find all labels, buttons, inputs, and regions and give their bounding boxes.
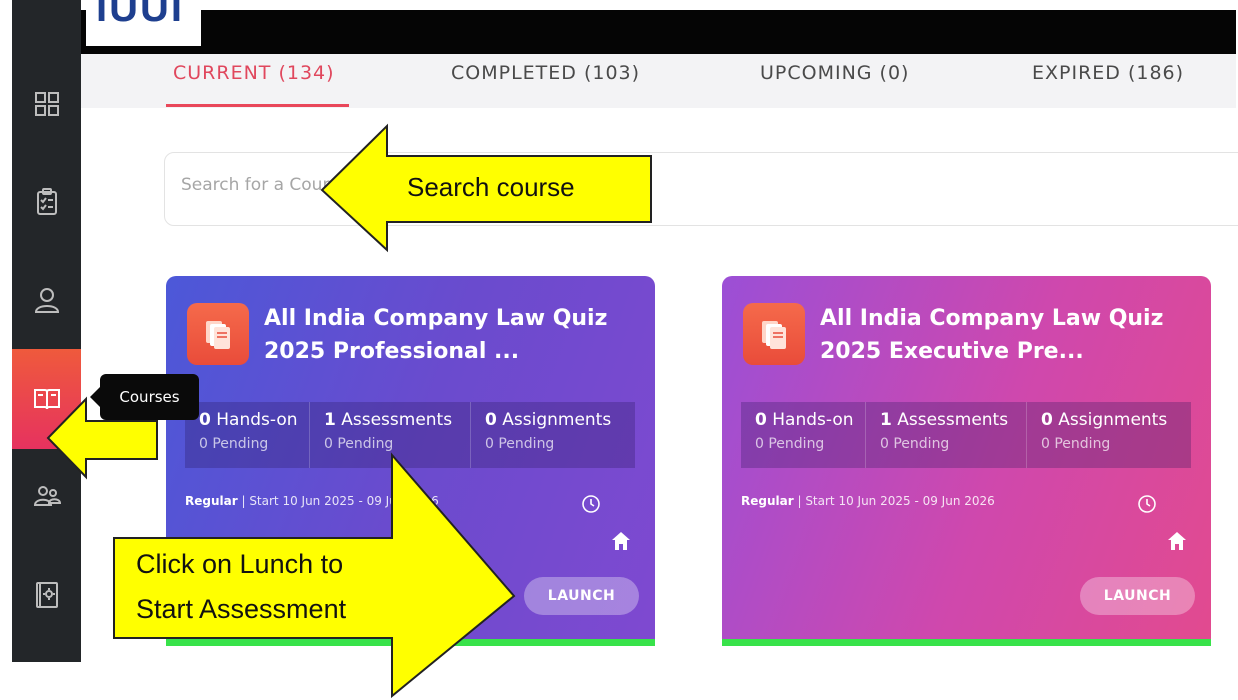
tab-expired[interactable]: EXPIRED (186): [1032, 62, 1184, 84]
tab-upcoming[interactable]: UPCOMING (0): [760, 62, 909, 84]
course-title-line-1: All India Company Law Quiz: [264, 306, 608, 331]
stat-count: 0: [485, 410, 497, 430]
stat-hands-on: 0 Hands-on 0 Pending: [741, 402, 866, 468]
course-book-icon: [743, 303, 805, 365]
users-group-icon: [33, 486, 61, 506]
logo[interactable]: IUUI: [86, 0, 201, 46]
stat-label: Assessments: [341, 410, 453, 430]
clock-icon: [582, 495, 600, 513]
stat-count: 1: [324, 410, 336, 430]
course-title-line-2: 2025 Executive Pre...: [820, 339, 1084, 364]
launch-button[interactable]: LAUNCH: [1080, 577, 1195, 615]
settings-book-icon: [35, 582, 58, 608]
stat-count: 0: [755, 410, 767, 430]
course-title[interactable]: All India Company Law Quiz 2025 Professi…: [264, 302, 634, 368]
stat-count: 1: [880, 410, 892, 430]
sidebar: [12, 0, 81, 662]
search-callout-text: Search course: [407, 172, 575, 202]
user-profile-icon: [34, 288, 59, 313]
courses-tooltip: Courses: [90, 374, 199, 420]
stat-label: Assignments: [1058, 410, 1168, 430]
sidebar-item-tasks[interactable]: [12, 152, 81, 252]
home-icon[interactable]: [610, 530, 632, 552]
stat-label: Hands-on: [216, 410, 298, 430]
course-tabs: CURRENT (134) COMPLETED (103) UPCOMING (…: [81, 54, 1236, 108]
stat-pending: 0 Pending: [1041, 436, 1111, 452]
sidebar-item-users[interactable]: [12, 448, 81, 548]
course-title-line-2: 2025 Professional ...: [264, 339, 520, 364]
stat-label: Hands-on: [772, 410, 854, 430]
sidebar-item-settings[interactable]: [12, 545, 81, 645]
clock-icon: [1138, 495, 1156, 513]
launch-callout-text-line-2: Start Assessment: [136, 594, 347, 624]
tab-completed[interactable]: COMPLETED (103): [451, 62, 640, 84]
course-type: Regular: [185, 494, 238, 508]
course-stats: 0 Hands-on 0 Pending 1 Assessments 0 Pen…: [741, 402, 1191, 468]
stat-assignments: 0 Assignments 0 Pending: [1027, 402, 1191, 468]
sidebar-item-profile[interactable]: [12, 250, 81, 350]
clipboard-checklist-icon: [36, 188, 57, 215]
logo-text: IUUI: [96, 0, 184, 30]
course-book-icon: [187, 303, 249, 365]
stat-assessments: 1 Assessments 0 Pending: [310, 402, 471, 468]
course-meta: Regular | Start 10 Jun 2025 - 09 Jun 202…: [741, 494, 995, 508]
stat-pending: 0 Pending: [755, 436, 825, 452]
stat-count: 0: [1041, 410, 1053, 430]
course-dates: Start 10 Jun 2025 - 09 Jun 2026: [249, 494, 439, 508]
course-type: Regular: [741, 494, 794, 508]
stat-pending: 0 Pending: [199, 436, 269, 452]
course-card[interactable]: All India Company Law Quiz 2025 Executiv…: [722, 276, 1211, 646]
stat-pending: 0 Pending: [880, 436, 950, 452]
course-title-line-1: All India Company Law Quiz: [820, 306, 1164, 331]
stat-pending: 0 Pending: [324, 436, 394, 452]
dashboard-grid-icon: [34, 92, 59, 116]
home-icon[interactable]: [1166, 530, 1188, 552]
launch-button[interactable]: LAUNCH: [524, 577, 639, 615]
stat-label: Assignments: [502, 410, 612, 430]
sidebar-item-courses[interactable]: [12, 349, 81, 449]
active-tab-indicator: [166, 104, 349, 107]
stat-hands-on: 0 Hands-on 0 Pending: [185, 402, 310, 468]
stat-label: Assessments: [897, 410, 1009, 430]
tab-current[interactable]: CURRENT (134): [173, 62, 335, 84]
stat-assignments: 0 Assignments 0 Pending: [471, 402, 635, 468]
course-card[interactable]: All India Company Law Quiz 2025 Professi…: [166, 276, 655, 646]
launch-callout-text-line-1: Click on Lunch to: [136, 549, 344, 579]
stat-count: 0: [199, 410, 211, 430]
course-title[interactable]: All India Company Law Quiz 2025 Executiv…: [820, 302, 1190, 368]
course-dates: Start 10 Jun 2025 - 09 Jun 2026: [805, 494, 995, 508]
search-box: [164, 152, 1238, 226]
screen: IUUI CURRENT (134) COMPLETED (103) UPCOM…: [0, 0, 1238, 700]
stat-pending: 0 Pending: [485, 436, 555, 452]
course-meta: Regular | Start 10 Jun 2025 - 09 Jun 202…: [185, 494, 439, 508]
course-stats: 0 Hands-on 0 Pending 1 Assessments 0 Pen…: [185, 402, 635, 468]
card-progress-bar: [722, 639, 1211, 646]
open-book-icon: [33, 389, 60, 410]
sidebar-item-dashboard[interactable]: [12, 54, 81, 154]
top-bar: [81, 10, 1236, 54]
card-progress-bar: [166, 639, 655, 646]
stat-assessments: 1 Assessments 0 Pending: [866, 402, 1027, 468]
